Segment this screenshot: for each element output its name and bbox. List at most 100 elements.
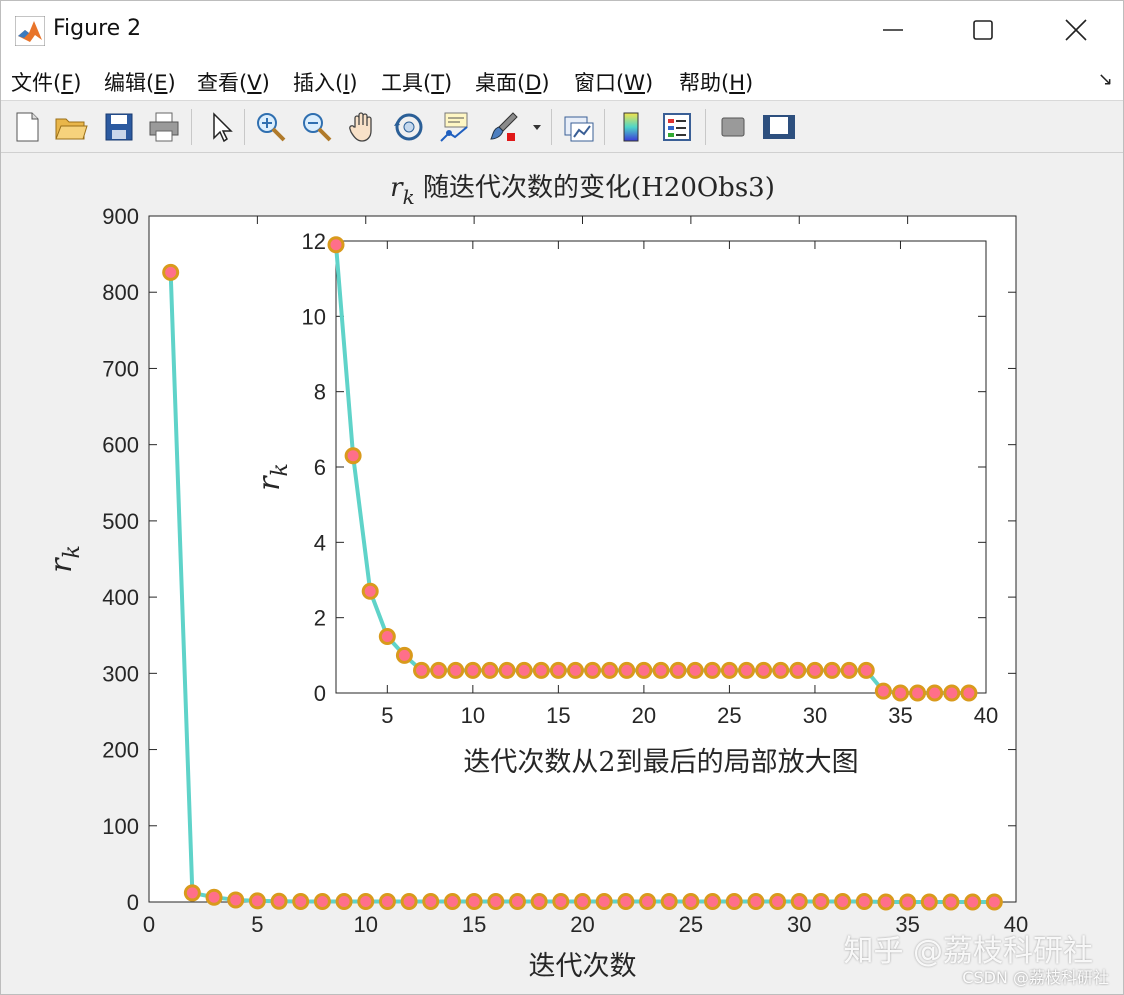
brush-button[interactable] [485,109,521,145]
zoom-in-button[interactable] [253,109,289,145]
hide-plot-tools-icon [721,117,745,137]
toolbar-separator [191,109,192,145]
show-plot-tools-button[interactable] [761,109,797,145]
inset-data-point [772,661,790,679]
pan-button[interactable] [345,109,381,145]
main-data-point [899,893,917,911]
open-file-button[interactable] [53,109,89,145]
main-y-tick-label: 300 [102,661,139,686]
menu-window[interactable]: 窗口(W) [574,67,653,97]
open-folder-icon [55,118,88,140]
inset-y-tick-label: 0 [314,681,326,706]
inset-y-tick-label: 4 [314,530,326,555]
main-y-tick-label: 500 [102,509,139,534]
main-x-tick-label: 30 [787,912,811,937]
main-data-point [313,893,331,911]
inset-data-point [840,661,858,679]
inset-x-tick-label: 30 [803,703,827,728]
toolbar-separator [604,109,605,145]
inset-data-point [344,447,362,465]
figure-canvas[interactable]: 0 5 10 15 20 25 30 35 40 0 100 200 300 400 500 600 700 80… [1,153,1123,994]
main-data-point [508,893,526,911]
minimize-button[interactable] [863,7,923,53]
inset-axes-box [335,240,987,694]
show-plot-tools-icon [763,115,795,139]
main-x-tick-label: 25 [679,912,703,937]
main-x-axis-label: 迭代次数 [529,951,637,982]
save-button[interactable] [101,109,137,145]
main-y-tick-label: 700 [102,356,139,381]
inset-data-point [498,661,516,679]
main-data-point [790,893,808,911]
edit-plot-button[interactable] [203,109,239,145]
new-file-button[interactable] [9,109,45,145]
main-y-tick-label: 800 [102,280,139,305]
main-data-point [595,893,613,911]
chart-title-subscript: k [403,185,415,209]
main-data-point [183,884,201,902]
main-y-tick-label: 100 [102,814,139,839]
inset-data-point [464,661,482,679]
plot-area[interactable]: 0 5 10 15 20 25 30 35 40010020030040050060070080… [1,153,1123,994]
insert-legend-button[interactable] [659,109,695,145]
inset-data-point [413,661,431,679]
inset-data-point [378,628,396,645]
rotate-3d-button[interactable] [391,109,427,145]
main-y-axis-label-subscript: k [60,545,85,558]
inset-data-point [806,661,824,679]
menu-help[interactable]: 帮助(H) [679,67,753,97]
toolbar-separator [705,109,706,145]
rotate-3d-icon [394,113,423,141]
inset-data-point [874,682,892,700]
inset-y-axis-label-subscript: k [268,463,293,476]
main-data-point [552,893,570,911]
main-x-tick-label: 0 [143,912,155,937]
main-y-axis-label: rk [44,545,85,573]
inset-x-tick-label: 15 [546,703,570,728]
inset-data-point [430,661,448,679]
insert-colorbar-button[interactable] [613,109,649,145]
inset-x-tick-label: 25 [717,703,741,728]
main-data-point [812,893,830,911]
maximize-button[interactable] [953,7,1013,53]
main-data-point [530,893,548,911]
inset-data-point [943,684,961,702]
inset-data-point [618,661,636,679]
menu-insert[interactable]: 插入(I) [293,67,358,97]
main-data-point [660,893,678,911]
hide-plot-tools-button[interactable] [715,109,751,145]
menu-file[interactable]: 文件(F) [11,67,82,97]
menu-tools[interactable]: 工具(T) [381,67,452,97]
main-data-point [443,893,461,911]
inset-data-point [635,661,653,679]
menu-desktop[interactable]: 桌面(D) [475,67,550,97]
figure-window: Figure 2 文件(F) 编辑(E) 查看(V) 插入(I) 工具(T) 桌… [0,0,1124,995]
menu-edit[interactable]: 编辑(E) [104,67,176,97]
zoom-in-icon [257,113,286,142]
main-data-point [422,893,440,911]
toolbar-separator [244,109,245,145]
main-data-point [769,893,787,911]
main-y-tick-label: 0 [127,890,139,915]
inset-data-point [857,661,875,679]
link-plot-button[interactable] [561,109,597,145]
main-data-point [357,893,375,911]
dock-arrow-icon[interactable]: ↘ [1098,69,1113,90]
matlab-logo-icon [15,16,45,46]
main-data-point [942,893,960,911]
zoom-out-button[interactable] [299,109,335,145]
menu-view[interactable]: 查看(V) [197,67,270,97]
main-y-tick-label: 900 [102,204,139,229]
inset-x-tick-label: 40 [974,703,998,728]
brush-dropdown[interactable] [529,109,545,145]
data-cursor-button[interactable] [437,109,473,145]
brush-icon [490,112,518,141]
inset-x-tick-label: 35 [888,703,912,728]
inset-y-tick-label: 10 [302,304,326,329]
main-y-tick-label: 400 [102,585,139,610]
title-bar[interactable]: Figure 2 [1,1,1123,59]
print-icon [149,112,179,142]
print-button[interactable] [146,109,182,145]
close-button[interactable] [1046,7,1106,53]
main-data-point [574,893,591,911]
